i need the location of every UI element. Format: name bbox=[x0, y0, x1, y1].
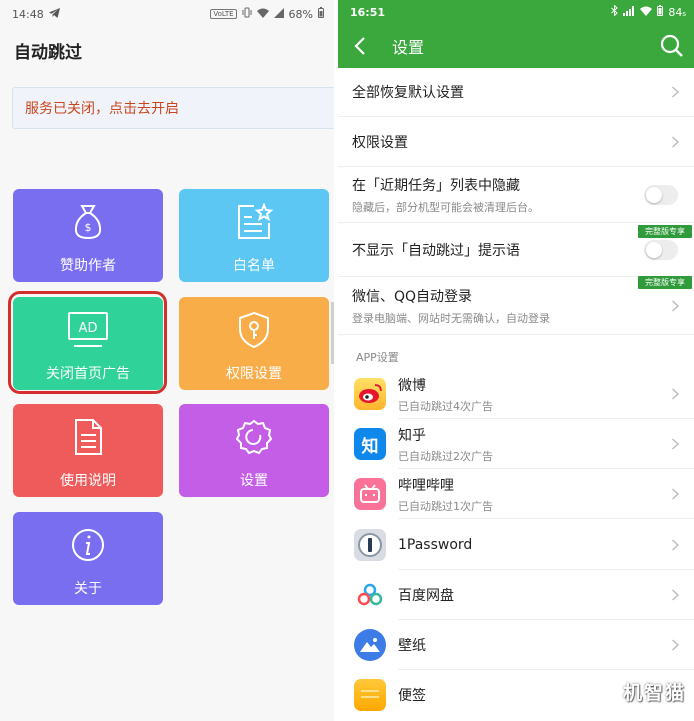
tile-label: 设置 bbox=[240, 473, 268, 489]
restore-defaults-row[interactable]: 全部恢复默认设置 bbox=[338, 68, 694, 117]
list-star-icon bbox=[234, 203, 274, 241]
back-button[interactable] bbox=[338, 24, 382, 68]
divider bbox=[398, 518, 694, 519]
zhihu-glyph: 知 bbox=[361, 436, 379, 457]
chevron-right-icon bbox=[672, 299, 680, 312]
row-subtitle: 隐藏后，部分机型可能会被清理后台。 bbox=[352, 200, 539, 214]
about-tile[interactable]: 关于 bbox=[13, 512, 163, 605]
permission-settings-tile[interactable]: 权限设置 bbox=[179, 297, 329, 390]
app-name: 哔哩哔哩 bbox=[398, 477, 454, 494]
tile-label: 关于 bbox=[74, 581, 102, 597]
app-name: 便签 bbox=[398, 688, 426, 704]
app-skip-count: 已自动跳过4次广告 bbox=[398, 399, 493, 413]
status-time: 14:48 bbox=[12, 7, 44, 21]
app-settings-section-label: APP设置 bbox=[356, 351, 399, 364]
chevron-right-icon bbox=[672, 639, 680, 651]
app-bar-title: 设置 bbox=[392, 38, 425, 57]
app-item-bilibili[interactable]: 哔哩哔哩 已自动跳过1次广告 bbox=[338, 469, 694, 519]
chevron-right-icon bbox=[672, 438, 680, 450]
baidu-netdisk-icon bbox=[354, 579, 386, 611]
battery-icon bbox=[318, 7, 324, 21]
row-title: 全部恢复默认设置 bbox=[352, 85, 464, 101]
whitelist-tile[interactable]: 白名单 bbox=[179, 189, 329, 282]
wifi-icon bbox=[256, 8, 269, 21]
settings-tile[interactable]: 设置 bbox=[179, 404, 329, 497]
chevron-right-icon bbox=[672, 589, 680, 601]
status-bar: 16:51 84s bbox=[338, 0, 694, 24]
toggle-knob bbox=[646, 186, 662, 203]
app-item-zhihu[interactable]: 知 知乎 已自动跳过2次广告 bbox=[338, 419, 694, 469]
app-name: 微博 bbox=[398, 377, 426, 394]
app-item-weibo[interactable]: 微博 已自动跳过4次广告 bbox=[338, 369, 694, 419]
app-name: 壁纸 bbox=[398, 638, 426, 654]
app-name: 知乎 bbox=[398, 427, 426, 444]
signal-icon bbox=[623, 5, 635, 19]
service-off-notice[interactable]: 服务已关闭，点击去开启 bbox=[12, 87, 334, 129]
shield-key-icon bbox=[237, 311, 271, 349]
app-skip-count: 已自动跳过2次广告 bbox=[398, 449, 493, 463]
page-title: 自动跳过 bbox=[14, 42, 82, 63]
tile-label: 赞助作者 bbox=[60, 258, 116, 274]
wallpaper-icon bbox=[354, 629, 386, 661]
chevron-right-icon bbox=[672, 488, 680, 500]
status-bar: 14:48 VoLTE 68% bbox=[0, 0, 334, 28]
wifi-icon bbox=[640, 6, 653, 19]
app-skip-count: 已自动跳过1次广告 bbox=[398, 499, 493, 513]
info-icon bbox=[70, 526, 106, 564]
document-icon bbox=[72, 418, 104, 456]
back-arrow-icon bbox=[354, 37, 365, 55]
tile-label: 权限设置 bbox=[226, 366, 282, 382]
battery-icon bbox=[657, 5, 664, 19]
row-title: 在「近期任务」列表中隐藏 bbox=[352, 177, 520, 194]
chevron-right-icon bbox=[672, 86, 680, 98]
highlight-ring bbox=[8, 291, 167, 394]
app-name: 百度网盘 bbox=[398, 588, 454, 604]
instructions-tile[interactable]: 使用说明 bbox=[13, 404, 163, 497]
chevron-right-icon bbox=[672, 388, 680, 400]
app-item-1password[interactable]: 1Password bbox=[338, 520, 694, 570]
hide-tip-row: 不显示「自动跳过」提示语 bbox=[338, 223, 694, 277]
battery-percent: 68% bbox=[288, 7, 313, 21]
hide-in-recents-row: 在「近期任务」列表中隐藏 隐藏后，部分机型可能会被清理后台。 bbox=[338, 167, 694, 223]
battery-percent: 84s bbox=[668, 5, 686, 19]
toggle-knob bbox=[646, 241, 662, 258]
money-bag-icon: $ bbox=[73, 203, 103, 241]
chevron-right-icon bbox=[672, 539, 680, 551]
hide-in-recents-toggle[interactable] bbox=[644, 184, 678, 205]
status-time: 16:51 bbox=[350, 5, 386, 19]
row-title: 不显示「自动跳过」提示语 bbox=[352, 242, 520, 259]
vibrate-icon bbox=[242, 7, 252, 21]
weibo-icon bbox=[354, 378, 386, 410]
row-title: 微信、QQ自动登录 bbox=[352, 288, 473, 305]
gear-icon bbox=[235, 418, 273, 456]
bluetooth-icon bbox=[611, 4, 619, 19]
auto-login-row[interactable]: 微信、QQ自动登录 登录电脑端、网站时无需确认，自动登录 bbox=[338, 277, 694, 335]
search-button[interactable] bbox=[660, 34, 684, 58]
notes-icon bbox=[354, 679, 386, 711]
bilibili-icon bbox=[354, 478, 386, 510]
zhihu-icon: 知 bbox=[354, 428, 386, 460]
tile-label: 使用说明 bbox=[60, 473, 116, 489]
signal-icon bbox=[273, 7, 284, 21]
chevron-right-icon bbox=[672, 135, 680, 148]
search-icon bbox=[660, 34, 683, 57]
left-phone-screen: 14:48 VoLTE 68% 自动跳过 服务已关闭，点击去开启 $ 赞助作者 … bbox=[0, 0, 334, 721]
row-title: 权限设置 bbox=[352, 134, 408, 151]
watermark: 机智猫 bbox=[622, 682, 686, 704]
permission-settings-row[interactable]: 权限设置 bbox=[338, 117, 694, 167]
row-subtitle: 登录电脑端、网站时无需确认，自动登录 bbox=[352, 311, 550, 325]
app-bar: 设置 bbox=[338, 24, 694, 68]
telegram-icon bbox=[48, 7, 60, 21]
svg-text:$: $ bbox=[85, 221, 92, 234]
tile-label: 白名单 bbox=[233, 258, 275, 274]
hide-tip-toggle[interactable] bbox=[644, 239, 678, 260]
app-name: 1Password bbox=[398, 537, 473, 553]
volte-badge: VoLTE bbox=[210, 9, 237, 19]
sponsor-author-tile[interactable]: $ 赞助作者 bbox=[13, 189, 163, 282]
1password-icon bbox=[354, 529, 386, 561]
right-phone-screen: 16:51 84s 设置 全部恢复默认设置 权限设置 在「近期任务」列表中隐藏 … bbox=[338, 0, 694, 721]
battery-value: 84 bbox=[668, 5, 683, 19]
app-item-wallpaper[interactable]: 壁纸 bbox=[338, 620, 694, 670]
app-item-baidu-netdisk[interactable]: 百度网盘 bbox=[338, 570, 694, 620]
